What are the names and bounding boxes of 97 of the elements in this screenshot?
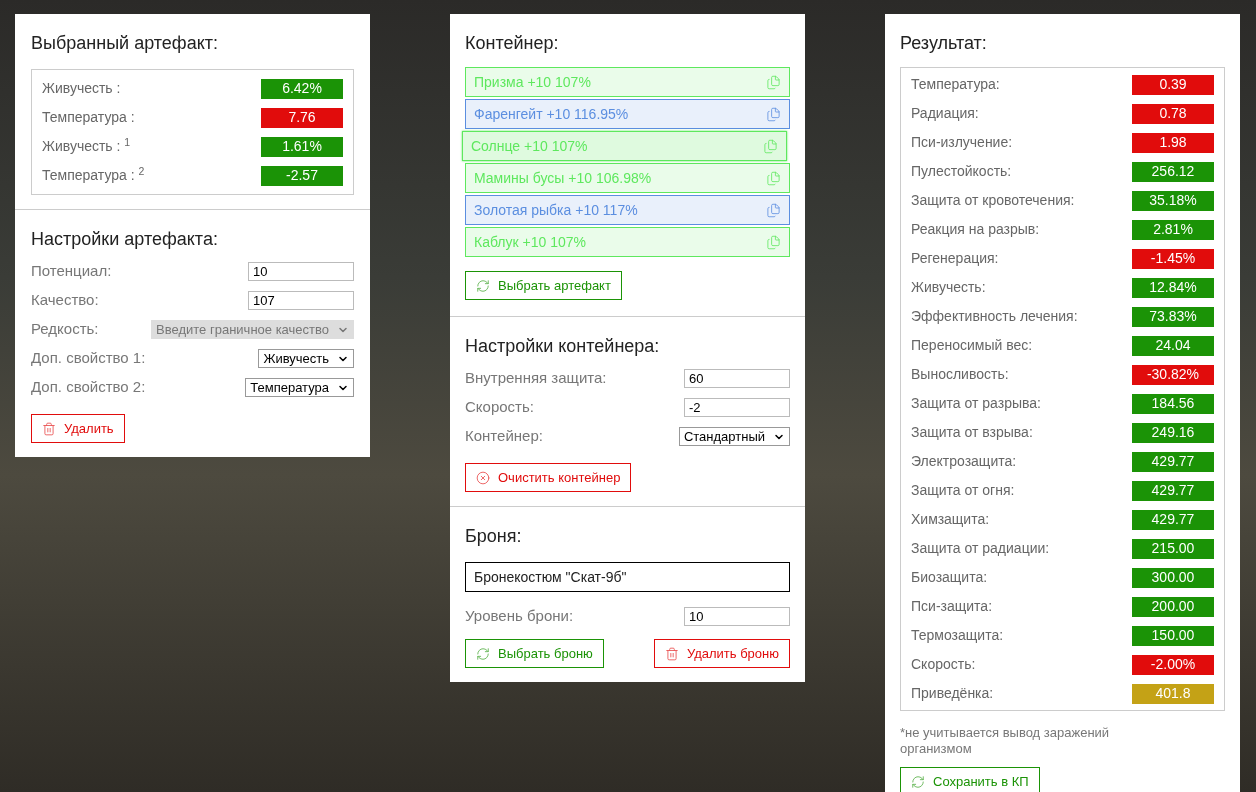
section-title: Настройки артефакта: (31, 228, 219, 251)
stat-label: Приведёнка: (911, 684, 994, 703)
stat-value: 401.8 (1132, 683, 1214, 704)
field-label: Контейнер: (465, 426, 543, 447)
stat-label: Живучесть : (42, 79, 121, 98)
section-title: Результат: (900, 32, 988, 55)
stat-value: 24.04 (1132, 335, 1214, 356)
stat-label: Химзащита: (911, 510, 990, 529)
documents-icon (763, 138, 778, 154)
stat-label: Биозащита: (911, 568, 988, 587)
stat-value: 12.84% (1132, 277, 1214, 298)
field-label: Внутренняя защита: (465, 368, 607, 389)
field-label: Доп. свойство 2: (31, 377, 146, 398)
field-label: Доп. свойство 1: (31, 348, 146, 369)
input-field[interactable]: 60 (684, 369, 790, 388)
dropdown[interactable]: Стандартный (678, 427, 790, 446)
stat-label: Регенерация: (911, 249, 999, 268)
stat-label: Реакция на разрыв: (911, 220, 1040, 239)
stat-value: 429.77 (1132, 480, 1214, 501)
refresh-icon (476, 278, 490, 293)
documents-icon (766, 202, 781, 218)
stat-label: Защита от радиации: (911, 539, 1050, 558)
stat-label: Защита от разрыва: (911, 394, 1041, 413)
documents-icon (766, 234, 781, 250)
stat-label: Температура : (42, 108, 135, 127)
documents-icon (766, 74, 781, 90)
stat-value: 429.77 (1132, 509, 1214, 530)
stat-label: Выносливость: (911, 365, 1009, 384)
stat-label: Температура : $^{2}$ (42, 165, 145, 185)
input-field[interactable]: 10 (684, 607, 790, 626)
stat-value: 1.98 (1132, 132, 1214, 153)
section-title: Броня: (465, 525, 523, 548)
stat-label: Защита от огня: (911, 481, 1015, 500)
armor-name-field[interactable]: Бронекостюм "Скат-9б" (465, 562, 790, 592)
action-button[interactable]: Удалить броню (653, 639, 790, 668)
stat-label: Радиация: (911, 104, 979, 123)
trash-icon (42, 421, 56, 436)
stat-label: Живучесть : $^{1}$ (42, 136, 131, 156)
stat-label: Пулестойкость: (911, 162, 1012, 181)
stat-label: Пси-защита: (911, 597, 993, 616)
artifact-slot[interactable]: Золотая рыбка +10 117% (465, 195, 790, 225)
section-title: Контейнер: (465, 32, 560, 55)
field-label: Уровень брони: (465, 606, 574, 627)
stat-value: -30.82% (1132, 364, 1214, 385)
stat-value: 0.78 (1132, 103, 1214, 124)
stat-value: 429.77 (1132, 451, 1214, 472)
stat-value: 2.81% (1132, 219, 1214, 240)
stat-value: 184.56 (1132, 393, 1214, 414)
stat-value: -1.45% (1132, 248, 1214, 269)
section-title: Настройки контейнера: (465, 335, 661, 358)
input-field[interactable]: -2 (684, 398, 790, 417)
stat-value: 7.76 (261, 107, 343, 128)
close-circle-icon (476, 470, 490, 485)
input-field[interactable]: 10 (248, 262, 354, 281)
stat-value: 0.39 (1132, 74, 1214, 95)
stat-value: 1.61% (261, 136, 343, 157)
stat-label: Пси-излучение: (911, 133, 1013, 152)
stat-label: Электрозащита: (911, 452, 1017, 471)
stat-label: Термозащита: (911, 626, 1004, 645)
field-label: Качество: (31, 290, 99, 311)
artifact-slot[interactable]: Фаренгейт +10 116.95% (465, 99, 790, 129)
stat-label: Эффективность лечения: (911, 307, 1078, 326)
field-label: Потенциал: (31, 261, 112, 282)
input-field[interactable]: 107 (248, 291, 354, 310)
footnote: *не учитывается вывод заражений организмом (900, 725, 1111, 757)
documents-icon (766, 170, 781, 186)
documents-icon (766, 106, 781, 122)
refresh-icon (476, 646, 490, 661)
stat-label: Скорость: (911, 655, 976, 674)
section-title: Выбранный артефакт: (31, 32, 219, 55)
dropdown[interactable]: Живучесть (258, 349, 354, 368)
action-button[interactable]: Удалить (31, 414, 125, 443)
field-label: Редкость: (31, 319, 99, 340)
stat-value: 200.00 (1132, 596, 1214, 617)
action-button[interactable]: Сохранить в КП (900, 767, 1040, 792)
stat-value: 6.42% (261, 78, 343, 99)
stat-value: 249.16 (1132, 422, 1214, 443)
action-button[interactable]: Очистить контейнер (465, 463, 632, 492)
stat-value: 256.12 (1132, 161, 1214, 182)
stat-label: Защита от кровотечения: (911, 191, 1075, 210)
action-button[interactable]: Выбрать артефакт (465, 271, 622, 300)
refresh-icon (911, 774, 925, 789)
action-button[interactable]: Выбрать броню (465, 639, 604, 668)
dropdown[interactable]: Температура (245, 378, 354, 397)
stat-label: Переносимый вес: (911, 336, 1033, 355)
stat-label: Защита от взрыва: (911, 423, 1033, 442)
stat-label: Живучесть: (911, 278, 986, 297)
stat-value: 73.83% (1132, 306, 1214, 327)
field-label: Скорость: (465, 397, 534, 418)
stat-value: 300.00 (1132, 567, 1214, 588)
stat-value: -2.00% (1132, 654, 1214, 675)
stat-value: 215.00 (1132, 538, 1214, 559)
stat-label: Температура: (911, 75, 1000, 94)
stat-value: -2.57 (261, 165, 343, 186)
stat-value: 35.18% (1132, 190, 1214, 211)
trash-icon (664, 646, 679, 661)
stat-value: 150.00 (1132, 625, 1214, 646)
